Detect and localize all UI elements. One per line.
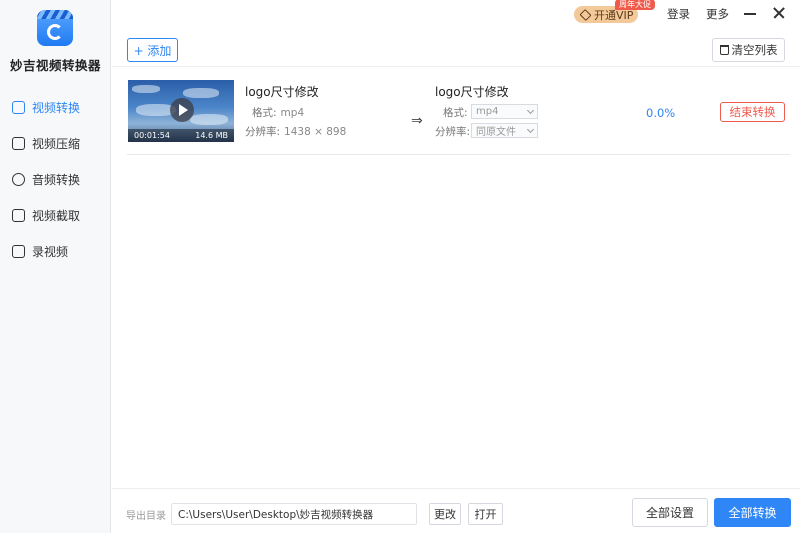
output-resolution-label: 分辨率:: [435, 126, 471, 138]
sidebar-item-video-compress[interactable]: 视频压缩: [12, 132, 104, 154]
play-icon[interactable]: [170, 98, 194, 122]
record-icon: [12, 244, 25, 258]
convert-arrow-icon: ⇒: [411, 113, 423, 129]
output-resolution-value: 同原文件: [476, 127, 516, 138]
minimize-icon: [744, 13, 756, 15]
source-resolution: 分辨率: 1438 × 898: [245, 124, 346, 139]
more-button[interactable]: 更多: [706, 6, 729, 22]
sidebar-item-video-convert[interactable]: 视频转换: [12, 96, 104, 118]
output-format-select[interactable]: mp4: [471, 104, 538, 119]
diamond-icon: [579, 8, 592, 21]
source-format: 格式: mp4: [252, 105, 304, 120]
change-dir-button[interactable]: 更改: [429, 503, 461, 525]
thumbnail-info-bar: 00:01:54 14.6 MB: [128, 129, 234, 142]
source-format-label: 格式:: [252, 107, 277, 119]
sidebar-item-record-video[interactable]: 录视频: [12, 240, 104, 262]
output-file-name: logo尺寸修改: [435, 85, 509, 99]
sidebar-item-label: 音频转换: [32, 172, 81, 187]
toolbar-divider: [112, 66, 800, 67]
clear-list-button[interactable]: 清空列表: [712, 38, 785, 62]
video-size: 14.6 MB: [195, 131, 228, 140]
video-convert-icon: [12, 100, 25, 114]
app-logo-icon: [37, 10, 73, 46]
sidebar: 妙吉视频转换器 视频转换 视频压缩 音频转换 视频截取 录视频: [0, 0, 111, 533]
convert-all-button[interactable]: 全部转换: [714, 498, 791, 527]
login-button[interactable]: 登录: [667, 6, 690, 22]
progress-percent: 0.0%: [646, 106, 676, 120]
output-resolution-select[interactable]: 同原文件: [471, 123, 538, 138]
audio-icon: [12, 172, 25, 186]
clear-list-label: 清空列表: [731, 43, 778, 57]
cut-icon: [12, 208, 25, 222]
sidebar-item-label: 视频转换: [32, 100, 81, 115]
minimize-button[interactable]: [742, 5, 758, 21]
compress-icon: [12, 136, 25, 150]
file-row: 00:01:54 14.6 MB logo尺寸修改 格式: mp4 分辨率: 143…: [127, 80, 790, 155]
source-resolution-value: 1438 × 898: [284, 126, 347, 138]
source-file-name: logo尺寸修改: [245, 85, 319, 99]
output-dir-label: 导出目录: [126, 511, 166, 522]
trash-icon: [719, 45, 729, 55]
all-settings-button[interactable]: 全部设置: [632, 498, 708, 527]
add-button[interactable]: + 添加: [127, 38, 178, 62]
open-dir-button[interactable]: 打开: [468, 503, 503, 525]
video-thumbnail[interactable]: 00:01:54 14.6 MB: [128, 80, 234, 142]
output-format-label: 格式:: [443, 107, 468, 119]
video-duration: 00:01:54: [134, 131, 170, 140]
close-button[interactable]: [771, 5, 787, 21]
sidebar-item-video-cut[interactable]: 视频截取: [12, 204, 104, 226]
sidebar-item-label: 视频截取: [32, 208, 81, 223]
end-convert-button[interactable]: 结束转换: [720, 102, 785, 122]
promo-badge: 周年大促: [615, 0, 655, 10]
chevron-down-icon: [526, 125, 535, 134]
app-name: 妙吉视频转换器: [9, 58, 101, 73]
app-window: 妙吉视频转换器 视频转换 视频压缩 音频转换 视频截取 录视频 开通VIP 周年…: [0, 0, 800, 533]
chevron-down-icon: [526, 106, 535, 115]
source-resolution-label: 分辨率:: [245, 126, 281, 138]
sidebar-item-label: 视频压缩: [32, 136, 81, 151]
sidebar-item-audio-convert[interactable]: 音频转换: [12, 168, 104, 190]
bottom-bar: 导出目录 C:\Users\User\Desktop\妙吉视频转换器 更改 打开…: [112, 488, 800, 533]
source-format-value: mp4: [280, 107, 305, 119]
sidebar-item-label: 录视频: [32, 244, 69, 259]
output-path-field[interactable]: C:\Users\User\Desktop\妙吉视频转换器: [171, 503, 417, 525]
output-format-value: mp4: [476, 106, 499, 117]
